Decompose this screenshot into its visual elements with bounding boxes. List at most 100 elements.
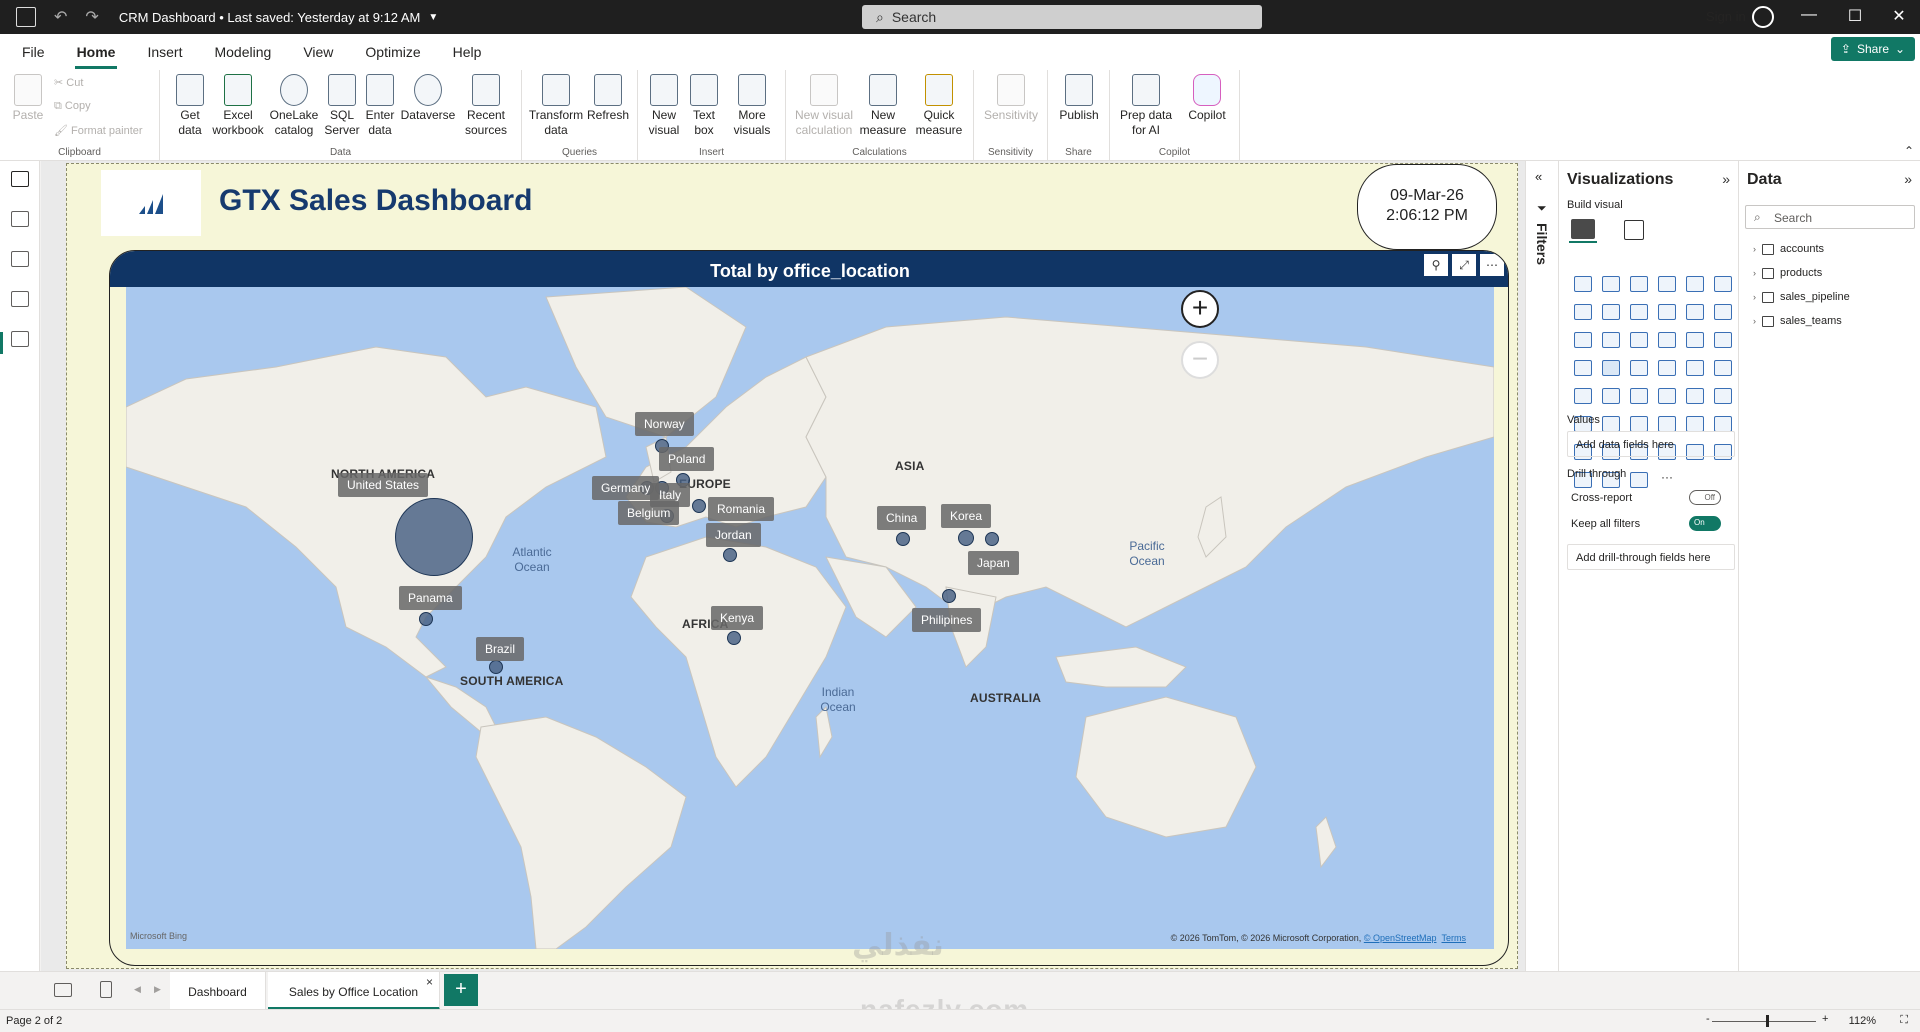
bubble-panama[interactable] — [419, 612, 433, 626]
clustered-column-chart-icon[interactable] — [1658, 276, 1676, 292]
dax-query-view-icon[interactable] — [11, 291, 29, 307]
avatar-icon[interactable] — [1752, 6, 1774, 28]
map-icon[interactable] — [1602, 360, 1620, 376]
new-measure-button[interactable]: New measure — [858, 74, 908, 138]
kpi-icon[interactable] — [1602, 388, 1620, 404]
menu-view[interactable]: View — [303, 44, 333, 60]
zoom-in-icon[interactable]: + — [1822, 1013, 1828, 1025]
map-visual[interactable]: Total by office_location ⚲ ⤢ ⋯ SOUTH AME… — [109, 250, 1509, 966]
area-chart-icon[interactable] — [1602, 304, 1620, 320]
cross-report-toggle[interactable]: Off — [1689, 490, 1721, 505]
line-and-clustered-column-icon[interactable] — [1714, 304, 1732, 320]
redo-icon[interactable]: ↷ — [85, 7, 98, 27]
dataverse-button[interactable]: Dataverse — [400, 74, 456, 123]
values-well[interactable]: Add data fields here — [1567, 431, 1735, 457]
multi-row-card-icon[interactable] — [1574, 388, 1592, 404]
menu-help[interactable]: Help — [453, 44, 482, 60]
bubble-china[interactable] — [896, 532, 910, 546]
publish-button[interactable]: Publish — [1054, 74, 1104, 123]
bubble-philipines[interactable] — [942, 589, 956, 603]
share-button[interactable]: ⇪ Share ⌄ — [1831, 37, 1915, 61]
gauge-icon[interactable] — [1686, 360, 1704, 376]
matrix-icon[interactable] — [1714, 388, 1732, 404]
bubble-korea[interactable] — [958, 530, 974, 546]
zoom-out-icon[interactable]: - — [1706, 1013, 1710, 1025]
treemap-icon[interactable] — [1574, 360, 1592, 376]
format-painter-button[interactable]: 🖌 Format painter — [54, 124, 143, 137]
quick-measure-button[interactable]: Quick measure — [910, 74, 968, 138]
recent-sources-button[interactable]: Recent sources — [458, 74, 514, 138]
terms-link[interactable]: Terms — [1442, 933, 1467, 943]
table-item-accounts[interactable]: › accounts — [1753, 243, 1824, 255]
line-chart-icon[interactable] — [1574, 304, 1592, 320]
menu-file[interactable]: File — [22, 44, 45, 60]
undo-icon[interactable]: ↶ — [54, 7, 67, 27]
narrative-icon[interactable] — [1714, 416, 1732, 432]
filled-map-icon[interactable] — [1630, 360, 1648, 376]
new-visual-button[interactable]: New visual — [644, 74, 684, 138]
new-visual-calculation-button[interactable]: New visual calculation — [792, 74, 856, 138]
report-view-icon[interactable] — [11, 171, 29, 187]
zoom-out-button[interactable]: − — [1181, 341, 1219, 379]
keep-all-filters-toggle[interactable]: On — [1689, 516, 1721, 531]
bubble-japan[interactable] — [985, 532, 999, 546]
decomposition-tree-icon[interactable] — [1658, 416, 1676, 432]
clustered-bar-chart-icon[interactable] — [1630, 276, 1648, 292]
scatter-chart-icon[interactable] — [1658, 332, 1676, 348]
button-slicer-icon[interactable] — [1658, 388, 1676, 404]
bubble-brazil[interactable] — [489, 660, 503, 674]
maximize-icon[interactable]: ☐ — [1832, 6, 1878, 26]
collapse-data-icon[interactable]: » — [1904, 171, 1912, 187]
100-stacked-bar-chart-icon[interactable] — [1686, 276, 1704, 292]
table-item-sales-teams[interactable]: › sales_teams — [1753, 315, 1842, 327]
page-tab-sales-by-office-location[interactable]: Sales by Office Location × — [268, 972, 440, 1010]
slicer-icon[interactable] — [1630, 388, 1648, 404]
card-icon[interactable] — [1714, 360, 1732, 376]
stacked-area-chart-icon[interactable] — [1630, 304, 1648, 320]
azure-map-icon[interactable] — [1658, 360, 1676, 376]
previous-page-icon[interactable]: ◀ — [134, 984, 141, 995]
table-item-sales-pipeline[interactable]: › sales_pipeline — [1753, 291, 1850, 303]
cut-button[interactable]: ✂ Cut — [54, 76, 83, 89]
next-page-icon[interactable]: ▶ — [154, 984, 161, 995]
excel-workbook-button[interactable]: Excel workbook — [210, 74, 266, 138]
paste-button[interactable]: Paste — [10, 74, 46, 123]
focus-mode-icon[interactable]: ⤢ — [1452, 254, 1476, 276]
waterfall-chart-icon[interactable] — [1602, 332, 1620, 348]
document-title[interactable]: CRM Dashboard • Last saved: Yesterday at… — [119, 10, 421, 25]
page-tab-dashboard[interactable]: Dashboard — [170, 972, 266, 1010]
filters-pane[interactable]: « ⏷ Filters — [1525, 161, 1558, 971]
stacked-bar-chart-icon[interactable] — [1574, 276, 1592, 292]
key-influencers-icon[interactable] — [1630, 416, 1648, 432]
zoom-in-button[interactable]: + — [1181, 290, 1219, 328]
menu-optimize[interactable]: Optimize — [365, 44, 420, 60]
filter-icon[interactable]: ⚲ — [1424, 254, 1448, 276]
desktop-layout-icon[interactable] — [54, 983, 72, 997]
enter-data-button[interactable]: Enter data — [362, 74, 398, 138]
text-box-button[interactable]: Text box — [686, 74, 722, 138]
sql-server-button[interactable]: SQL Server — [322, 74, 362, 138]
sensitivity-button[interactable]: Sensitivity — [980, 74, 1042, 123]
menu-insert[interactable]: Insert — [147, 44, 182, 60]
sign-in-link[interactable]: Sign in — [1706, 9, 1746, 24]
more-visuals-button[interactable]: More visuals — [724, 74, 780, 138]
add-page-button[interactable]: + — [444, 974, 478, 1006]
ribbon-collapse-icon[interactable]: ⌃ — [1904, 144, 1914, 158]
drill-through-well[interactable]: Add drill-through fields here — [1567, 544, 1735, 570]
table-item-products[interactable]: › products — [1753, 267, 1822, 279]
menu-home[interactable]: Home — [74, 44, 118, 69]
bubble-kenya[interactable] — [727, 631, 741, 645]
map-area[interactable]: NORTH AMERICA SOUTH AMERICA EUROPE AFRIC… — [126, 287, 1494, 949]
model-view-icon[interactable] — [11, 251, 29, 267]
format-visual-tab[interactable] — [1621, 217, 1649, 243]
zoom-slider[interactable] — [1712, 1021, 1816, 1022]
transform-data-button[interactable]: Transform data — [528, 74, 584, 138]
title-dropdown-icon[interactable]: ▼ — [428, 12, 438, 23]
get-data-button[interactable]: Get data — [170, 74, 210, 138]
more-options-icon[interactable]: ⋯ — [1480, 254, 1504, 276]
qa-icon[interactable] — [1686, 416, 1704, 432]
collapse-visualizations-icon[interactable]: » — [1722, 171, 1730, 187]
prep-data-for-ai-button[interactable]: Prep data for AI — [1114, 74, 1178, 138]
funnel-chart-icon[interactable] — [1630, 332, 1648, 348]
expand-filters-icon[interactable]: « — [1535, 169, 1542, 184]
